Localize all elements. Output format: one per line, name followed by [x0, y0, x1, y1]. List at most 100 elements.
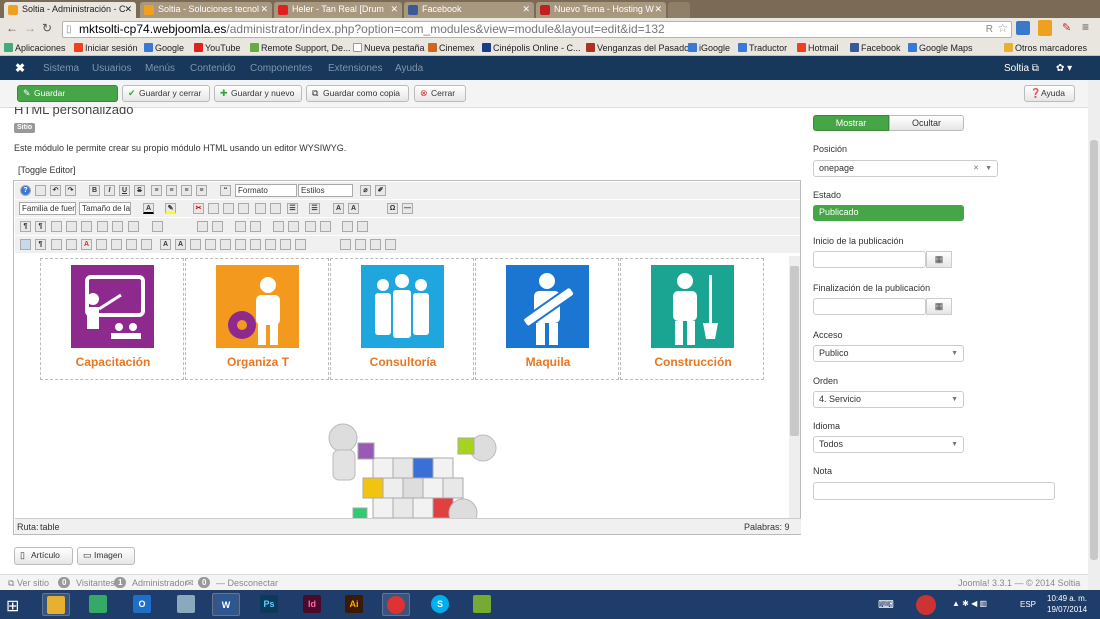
rtl-icon[interactable]: ¶ — [35, 221, 46, 232]
non-breaking-icon[interactable]: A — [160, 239, 171, 250]
bookmark-apps[interactable]: Aplicaciones — [4, 42, 66, 54]
row-props-icon[interactable] — [357, 221, 368, 232]
nav-item[interactable]: Menús — [145, 63, 175, 74]
bookmark[interactable]: Google — [144, 42, 184, 54]
template-icon[interactable] — [51, 239, 62, 250]
service-card[interactable]: Construcción — [620, 258, 764, 380]
new-document-icon[interactable] — [35, 185, 46, 196]
row-after-icon[interactable] — [212, 221, 223, 232]
col-before-icon[interactable] — [235, 221, 246, 232]
new-tab-button[interactable] — [668, 2, 690, 18]
subscript-icon[interactable]: A — [333, 203, 344, 214]
chrome-icon[interactable] — [382, 593, 410, 616]
indesign-icon[interactable]: Id — [298, 593, 326, 616]
ins-icon[interactable] — [126, 239, 137, 250]
logout-link[interactable]: — Desconectar — [216, 578, 278, 588]
align-center-icon[interactable]: ≡ — [181, 185, 192, 196]
scrollbar-thumb[interactable] — [1090, 140, 1098, 560]
search-icon[interactable] — [255, 203, 266, 214]
image-button[interactable]: ▭ Imagen — [77, 547, 135, 565]
layer-icon[interactable] — [190, 239, 201, 250]
bookmark[interactable]: Google Maps — [908, 42, 973, 54]
path-value[interactable]: table — [40, 522, 60, 532]
service-card[interactable]: Organiza T — [185, 258, 329, 380]
link-icon[interactable] — [235, 239, 246, 250]
row-before-icon[interactable] — [197, 221, 208, 232]
redo-icon[interactable]: ↷ — [65, 185, 76, 196]
abbr-icon[interactable] — [66, 239, 77, 250]
paste-icon[interactable] — [223, 203, 234, 214]
style-props-icon[interactable]: A — [81, 239, 92, 250]
start-publishing-input[interactable] — [813, 251, 926, 268]
nav-item[interactable]: Sistema — [43, 63, 79, 74]
split-icon[interactable] — [288, 221, 299, 232]
undo-icon[interactable]: ↶ — [50, 185, 61, 196]
notification-icon[interactable] — [916, 595, 936, 615]
clear-format-icon[interactable]: ⌀ — [360, 185, 371, 196]
browser-tab[interactable]: Soltia - Soluciones tecnol ✕ — [140, 2, 272, 18]
delete-row-icon[interactable] — [305, 221, 316, 232]
cleanup-icon[interactable] — [355, 239, 366, 250]
show-blocks-icon[interactable]: ¶ — [35, 239, 46, 250]
access-select[interactable]: Publico ▼ — [813, 345, 964, 362]
extension-icon[interactable]: ✎ — [1062, 21, 1071, 34]
bookmark[interactable]: YouTube — [194, 42, 240, 54]
merge-icon[interactable] — [273, 221, 284, 232]
attribs-icon[interactable] — [96, 239, 107, 250]
insert-date-icon[interactable] — [66, 221, 77, 232]
windows-start-icon[interactable]: ⊞ — [6, 596, 19, 616]
omega-icon[interactable]: Ω — [387, 203, 398, 214]
cut-icon[interactable]: ✂ — [193, 203, 204, 214]
joomla-logo-icon[interactable]: ✖ — [15, 61, 25, 75]
bookmark[interactable]: Cinemex — [428, 42, 475, 54]
extension-icon[interactable] — [1038, 20, 1052, 36]
nav-item[interactable]: Extensiones — [328, 63, 382, 74]
close-tab-icon[interactable]: ✕ — [654, 2, 662, 17]
gear-icon[interactable]: ✿ ▾ — [1056, 63, 1072, 74]
bookmark[interactable]: Remote Support, De... — [250, 42, 351, 54]
bookmark[interactable]: Traductor — [738, 42, 787, 54]
nav-item[interactable]: Usuarios — [92, 63, 131, 74]
star-icon[interactable]: ☆ — [997, 22, 1008, 36]
nav-item[interactable]: Componentes — [250, 63, 312, 74]
app-icon[interactable] — [468, 593, 496, 616]
service-card[interactable]: Maquila — [475, 258, 619, 380]
help-button[interactable]: ❓ Ayuda — [1024, 85, 1075, 102]
extension-icon[interactable] — [1016, 21, 1030, 35]
clear-icon[interactable]: ✕ — [973, 161, 979, 176]
skype-icon[interactable]: S — [426, 593, 454, 616]
underline-icon[interactable]: U — [119, 185, 130, 196]
highlight-icon[interactable]: ✎ — [165, 203, 176, 214]
bookmark[interactable]: Cinépolis Online - C... — [482, 42, 581, 54]
html-icon[interactable] — [385, 239, 396, 250]
bookmark[interactable]: Venganzas del Pasado — [586, 42, 689, 54]
italic-icon[interactable]: I — [104, 185, 115, 196]
photoshop-icon[interactable]: Ps — [255, 593, 283, 616]
browser-tab[interactable]: Heler - Tan Real [Drum ✕ — [274, 2, 402, 18]
col-after-icon[interactable] — [250, 221, 261, 232]
close-tab-icon[interactable]: ✕ — [124, 2, 132, 17]
media-icon[interactable] — [220, 239, 231, 250]
font-family-select[interactable]: Familia de fuen — [19, 202, 76, 215]
view-site-link[interactable]: ⧉ Ver sitio — [8, 578, 49, 589]
article-button[interactable]: ▯ Artículo — [14, 547, 73, 565]
bullet-list-icon[interactable]: ☰ — [287, 203, 298, 214]
visual-aid-icon[interactable] — [20, 239, 31, 250]
anchor-icon[interactable] — [250, 239, 261, 250]
browser-tab[interactable]: Soltia - Administración - C ✕ — [4, 2, 136, 18]
apps-icon[interactable] — [84, 593, 112, 616]
strikethrough-icon[interactable]: S — [134, 185, 145, 196]
copy-icon[interactable] — [208, 203, 219, 214]
mail-icon[interactable]: ✉ — [186, 578, 194, 589]
menu-icon[interactable]: ≡ — [1082, 20, 1089, 34]
service-card[interactable]: Capacitación — [40, 258, 184, 380]
browser-tab[interactable]: Facebook ✕ — [404, 2, 534, 18]
save-button[interactable]: ✎ Guardar — [17, 85, 118, 102]
delete-col-icon[interactable] — [320, 221, 331, 232]
language-select[interactable]: Todos ▼ — [813, 436, 964, 453]
explorer-icon[interactable] — [42, 593, 70, 616]
bookmark[interactable]: iGoogle — [688, 42, 730, 54]
order-select[interactable]: 4. Servicio ▼ — [813, 391, 964, 408]
numbered-list-icon[interactable]: ☰ — [309, 203, 320, 214]
format-select[interactable]: Formato — [235, 184, 297, 197]
